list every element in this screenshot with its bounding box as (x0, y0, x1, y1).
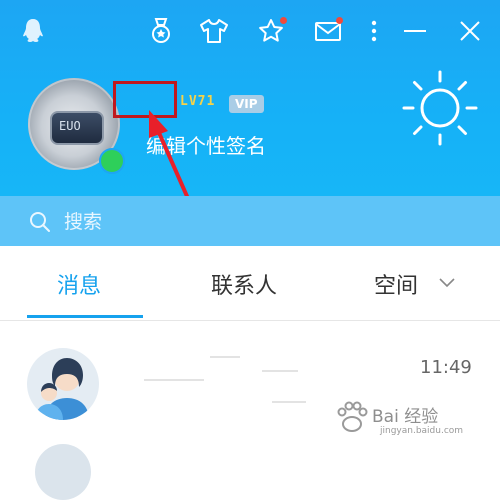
medal-icon[interactable] (144, 14, 178, 48)
mail-icon[interactable] (311, 14, 345, 48)
contact-avatar[interactable] (35, 444, 91, 500)
weather-sun-icon[interactable] (400, 68, 480, 148)
minimize-icon[interactable] (398, 14, 432, 48)
search-placeholder: 搜索 (64, 211, 103, 233)
message-time: 11:49 (420, 357, 472, 378)
redacted-name-line (144, 379, 204, 381)
search-icon (30, 212, 50, 232)
avatar-emblem-text: EUO (59, 119, 81, 133)
tab-contacts[interactable]: 联系人 (211, 268, 277, 300)
baidu-watermark: Bai 经验 jingyan.baidu.com (332, 398, 492, 446)
star-icon[interactable] (254, 14, 288, 48)
signature-text[interactable]: 编辑个性签名 (146, 130, 266, 159)
active-tab-indicator (27, 315, 143, 318)
watermark-url: jingyan.baidu.com (380, 426, 464, 436)
more-menu-icon[interactable] (357, 14, 391, 48)
online-status-icon[interactable] (99, 148, 125, 174)
close-icon[interactable] (453, 14, 487, 48)
qq-penguin-icon[interactable] (16, 14, 50, 48)
vip-badge[interactable]: VIP (229, 95, 264, 113)
tab-space[interactable]: 空间 (374, 268, 418, 300)
star-badge-dot (280, 17, 287, 24)
level-badge[interactable]: LV71 (180, 94, 215, 109)
avatar-emblem: EUO (50, 111, 104, 145)
tab-messages[interactable]: 消息 (57, 268, 101, 300)
skin-shirt-icon[interactable] (197, 14, 231, 48)
contact-avatar[interactable] (27, 348, 99, 420)
redacted-name-line (262, 370, 298, 372)
watermark-title: Bai 经验 (372, 407, 439, 427)
redacted-name-line (210, 356, 240, 358)
annotation-highlight-box (113, 81, 177, 118)
paw-logo-icon (337, 401, 368, 432)
mail-badge-dot (336, 17, 343, 24)
redacted-preview-line (272, 401, 306, 403)
chevron-down-icon[interactable] (439, 278, 455, 288)
